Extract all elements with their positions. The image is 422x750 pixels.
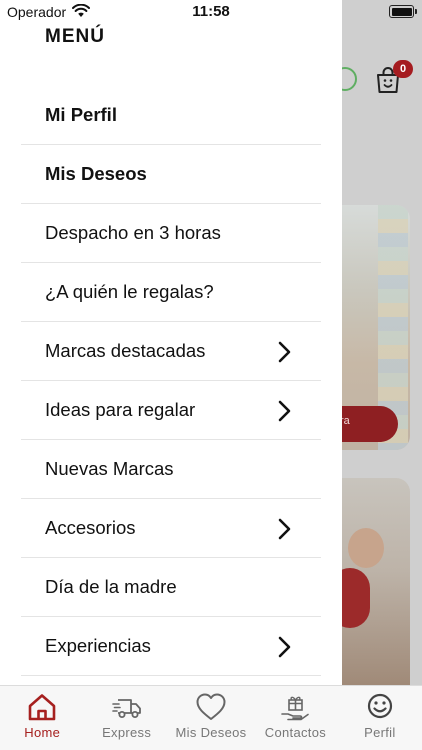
menu-item-accesorios[interactable]: Accesorios xyxy=(21,499,321,558)
menu-item-marcas-destacadas[interactable]: Marcas destacadas xyxy=(21,322,321,381)
menu-list: Mi Perfil Mis Deseos Despacho en 3 horas… xyxy=(21,86,321,676)
chevron-right-icon xyxy=(278,400,291,422)
menu-item-mi-perfil[interactable]: Mi Perfil xyxy=(21,86,321,145)
menu-item-label: Accesorios xyxy=(45,517,136,538)
menu-item-label: Despacho en 3 horas xyxy=(45,222,221,243)
tab-contactos[interactable]: Contactos xyxy=(253,686,337,750)
chevron-right-icon xyxy=(278,518,291,540)
tab-home[interactable]: Home xyxy=(0,686,84,750)
chevron-right-icon xyxy=(278,341,291,363)
tab-label: Perfil xyxy=(364,725,396,740)
home-icon xyxy=(28,694,56,721)
heart-icon xyxy=(196,693,226,720)
tab-bar: Home Express Mis Deseos Contactos Perfil xyxy=(0,685,422,750)
side-drawer: MENÚ Mi Perfil Mis Deseos Despacho en 3 … xyxy=(0,0,342,685)
menu-item-label: ¿A quién le regalas? xyxy=(45,281,214,302)
menu-item-label: Ideas para regalar xyxy=(45,399,196,420)
tab-express[interactable]: Express xyxy=(84,686,168,750)
menu-item-label: Nuevas Marcas xyxy=(45,458,174,479)
truck-icon xyxy=(111,699,141,718)
tab-mis-deseos[interactable]: Mis Deseos xyxy=(169,686,253,750)
menu-item-ideas-para-regalar[interactable]: Ideas para regalar xyxy=(21,381,321,440)
menu-item-experiencias[interactable]: Experiencias xyxy=(21,617,321,676)
menu-item-label: Mis Deseos xyxy=(45,163,147,184)
menu-item-dia-de-la-madre[interactable]: Día de la madre xyxy=(21,558,321,617)
menu-item-label: Día de la madre xyxy=(45,576,177,597)
menu-title: MENÚ xyxy=(45,26,105,47)
tab-perfil[interactable]: Perfil xyxy=(338,686,422,750)
menu-item-nuevas-marcas[interactable]: Nuevas Marcas xyxy=(21,440,321,499)
menu-item-despacho-3-horas[interactable]: Despacho en 3 horas xyxy=(21,204,321,263)
cart-count-badge: 0 xyxy=(393,60,413,78)
tab-label: Mis Deseos xyxy=(175,725,247,740)
chevron-right-icon xyxy=(278,636,291,658)
menu-item-a-quien-le-regalas[interactable]: ¿A quién le regalas? xyxy=(21,263,321,322)
clock: 11:58 xyxy=(192,3,230,20)
battery-icon xyxy=(389,5,417,18)
tab-label: Contactos xyxy=(264,725,327,740)
menu-item-label: Mi Perfil xyxy=(45,104,117,125)
menu-item-label: Experiencias xyxy=(45,635,151,656)
menu-item-label: Marcas destacadas xyxy=(45,340,206,361)
tab-label: Home xyxy=(24,725,61,740)
gift-hand-icon xyxy=(281,696,310,721)
menu-item-mis-deseos[interactable]: Mis Deseos xyxy=(21,145,321,204)
smiley-icon xyxy=(367,693,392,719)
status-bar: Operador 11:58 xyxy=(0,0,422,26)
tab-label: Express xyxy=(102,725,152,740)
